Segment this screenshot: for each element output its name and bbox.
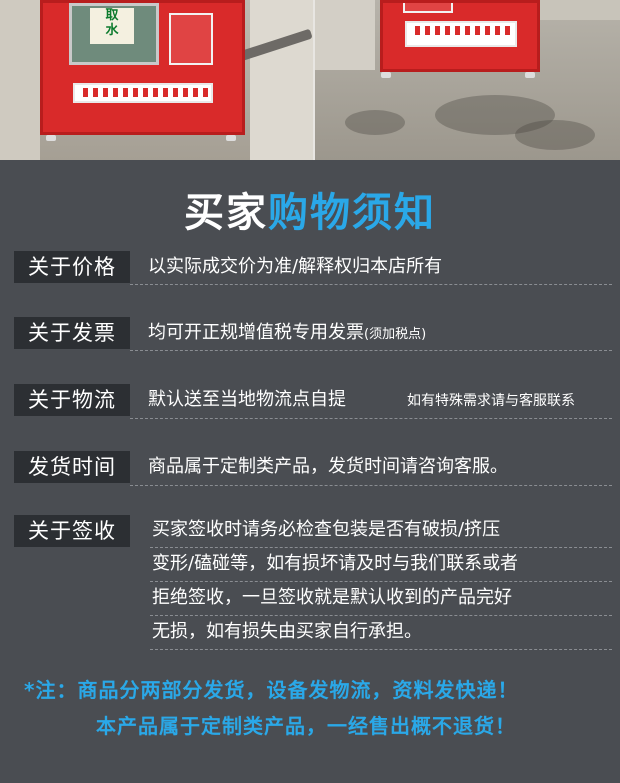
title-part-buyer: 买家 — [184, 190, 268, 236]
row-text-price: 以实际成交价为准/解释权归本店所有 — [148, 250, 442, 284]
sign-char-2: 水 — [105, 23, 119, 38]
row-divider — [130, 485, 612, 486]
receipt-line-4: 无损，如有损失由买家自行承担。 — [152, 621, 422, 642]
row-text-shipping-time: 商品属于定制类产品，发货时间请咨询客服。 — [148, 450, 508, 484]
vending-cabinet-left: 取 水 — [40, 0, 245, 135]
shipping-note: *注：商品分两部分发货，设备发物流，资料发快递！ — [24, 678, 519, 702]
row-divider — [130, 418, 612, 419]
invoice-text: 均可开正规增值税专用发票 — [148, 322, 364, 343]
photo-left: 取 水 — [0, 0, 313, 160]
row-text-logistics: 默认送至当地物流点自提 — [148, 383, 346, 417]
receipt-line-2: 变形/磕碰等，如有损坏请及时与我们联系或者 — [152, 553, 519, 574]
row-label-shipping-time: 发货时间 — [14, 451, 130, 483]
cabinet-label-bar — [73, 83, 213, 103]
sign-char-1: 取 — [105, 8, 119, 23]
water-sign: 取 水 — [90, 8, 134, 44]
logistics-note: 如有特殊需求请与客服联系 — [407, 393, 575, 409]
row-text-invoice: 均可开正规增值税专用发票(须加税点) — [148, 316, 426, 352]
row-label-receipt: 关于签收 — [14, 515, 130, 547]
product-photos: 取 水 — [0, 0, 620, 160]
title-part-notice: 购物须知 — [268, 190, 436, 236]
invoice-note: (须加税点) — [364, 327, 427, 342]
row-label-price: 关于价格 — [14, 251, 130, 283]
row-label-invoice: 关于发票 — [14, 317, 130, 349]
cabinet-window: 取 水 — [69, 3, 159, 65]
photo-right — [315, 0, 620, 160]
row-divider — [150, 649, 612, 650]
vending-cabinet-right — [380, 0, 540, 72]
row-divider — [130, 284, 612, 285]
no-return-note: 本产品属于定制类产品，一经售出概不退货！ — [96, 714, 516, 738]
cabinet-panel — [169, 13, 213, 65]
receipt-line-3: 拒绝签收，一旦签收就是默认收到的产品完好 — [152, 587, 512, 608]
row-label-logistics: 关于物流 — [14, 384, 130, 416]
logistics-text: 默认送至当地物流点自提 — [148, 389, 346, 410]
cabinet-label-bar-right — [405, 21, 517, 47]
receipt-line-1: 买家签收时请务必检查包装是否有破损/挤压 — [152, 519, 501, 540]
row-divider — [130, 350, 612, 351]
page-title: 买家购物须知 — [0, 180, 620, 238]
price-text: 以实际成交价为准/解释权归本店所有 — [148, 256, 443, 277]
shipping-time-text: 商品属于定制类产品，发货时间请咨询客服。 — [148, 456, 508, 477]
